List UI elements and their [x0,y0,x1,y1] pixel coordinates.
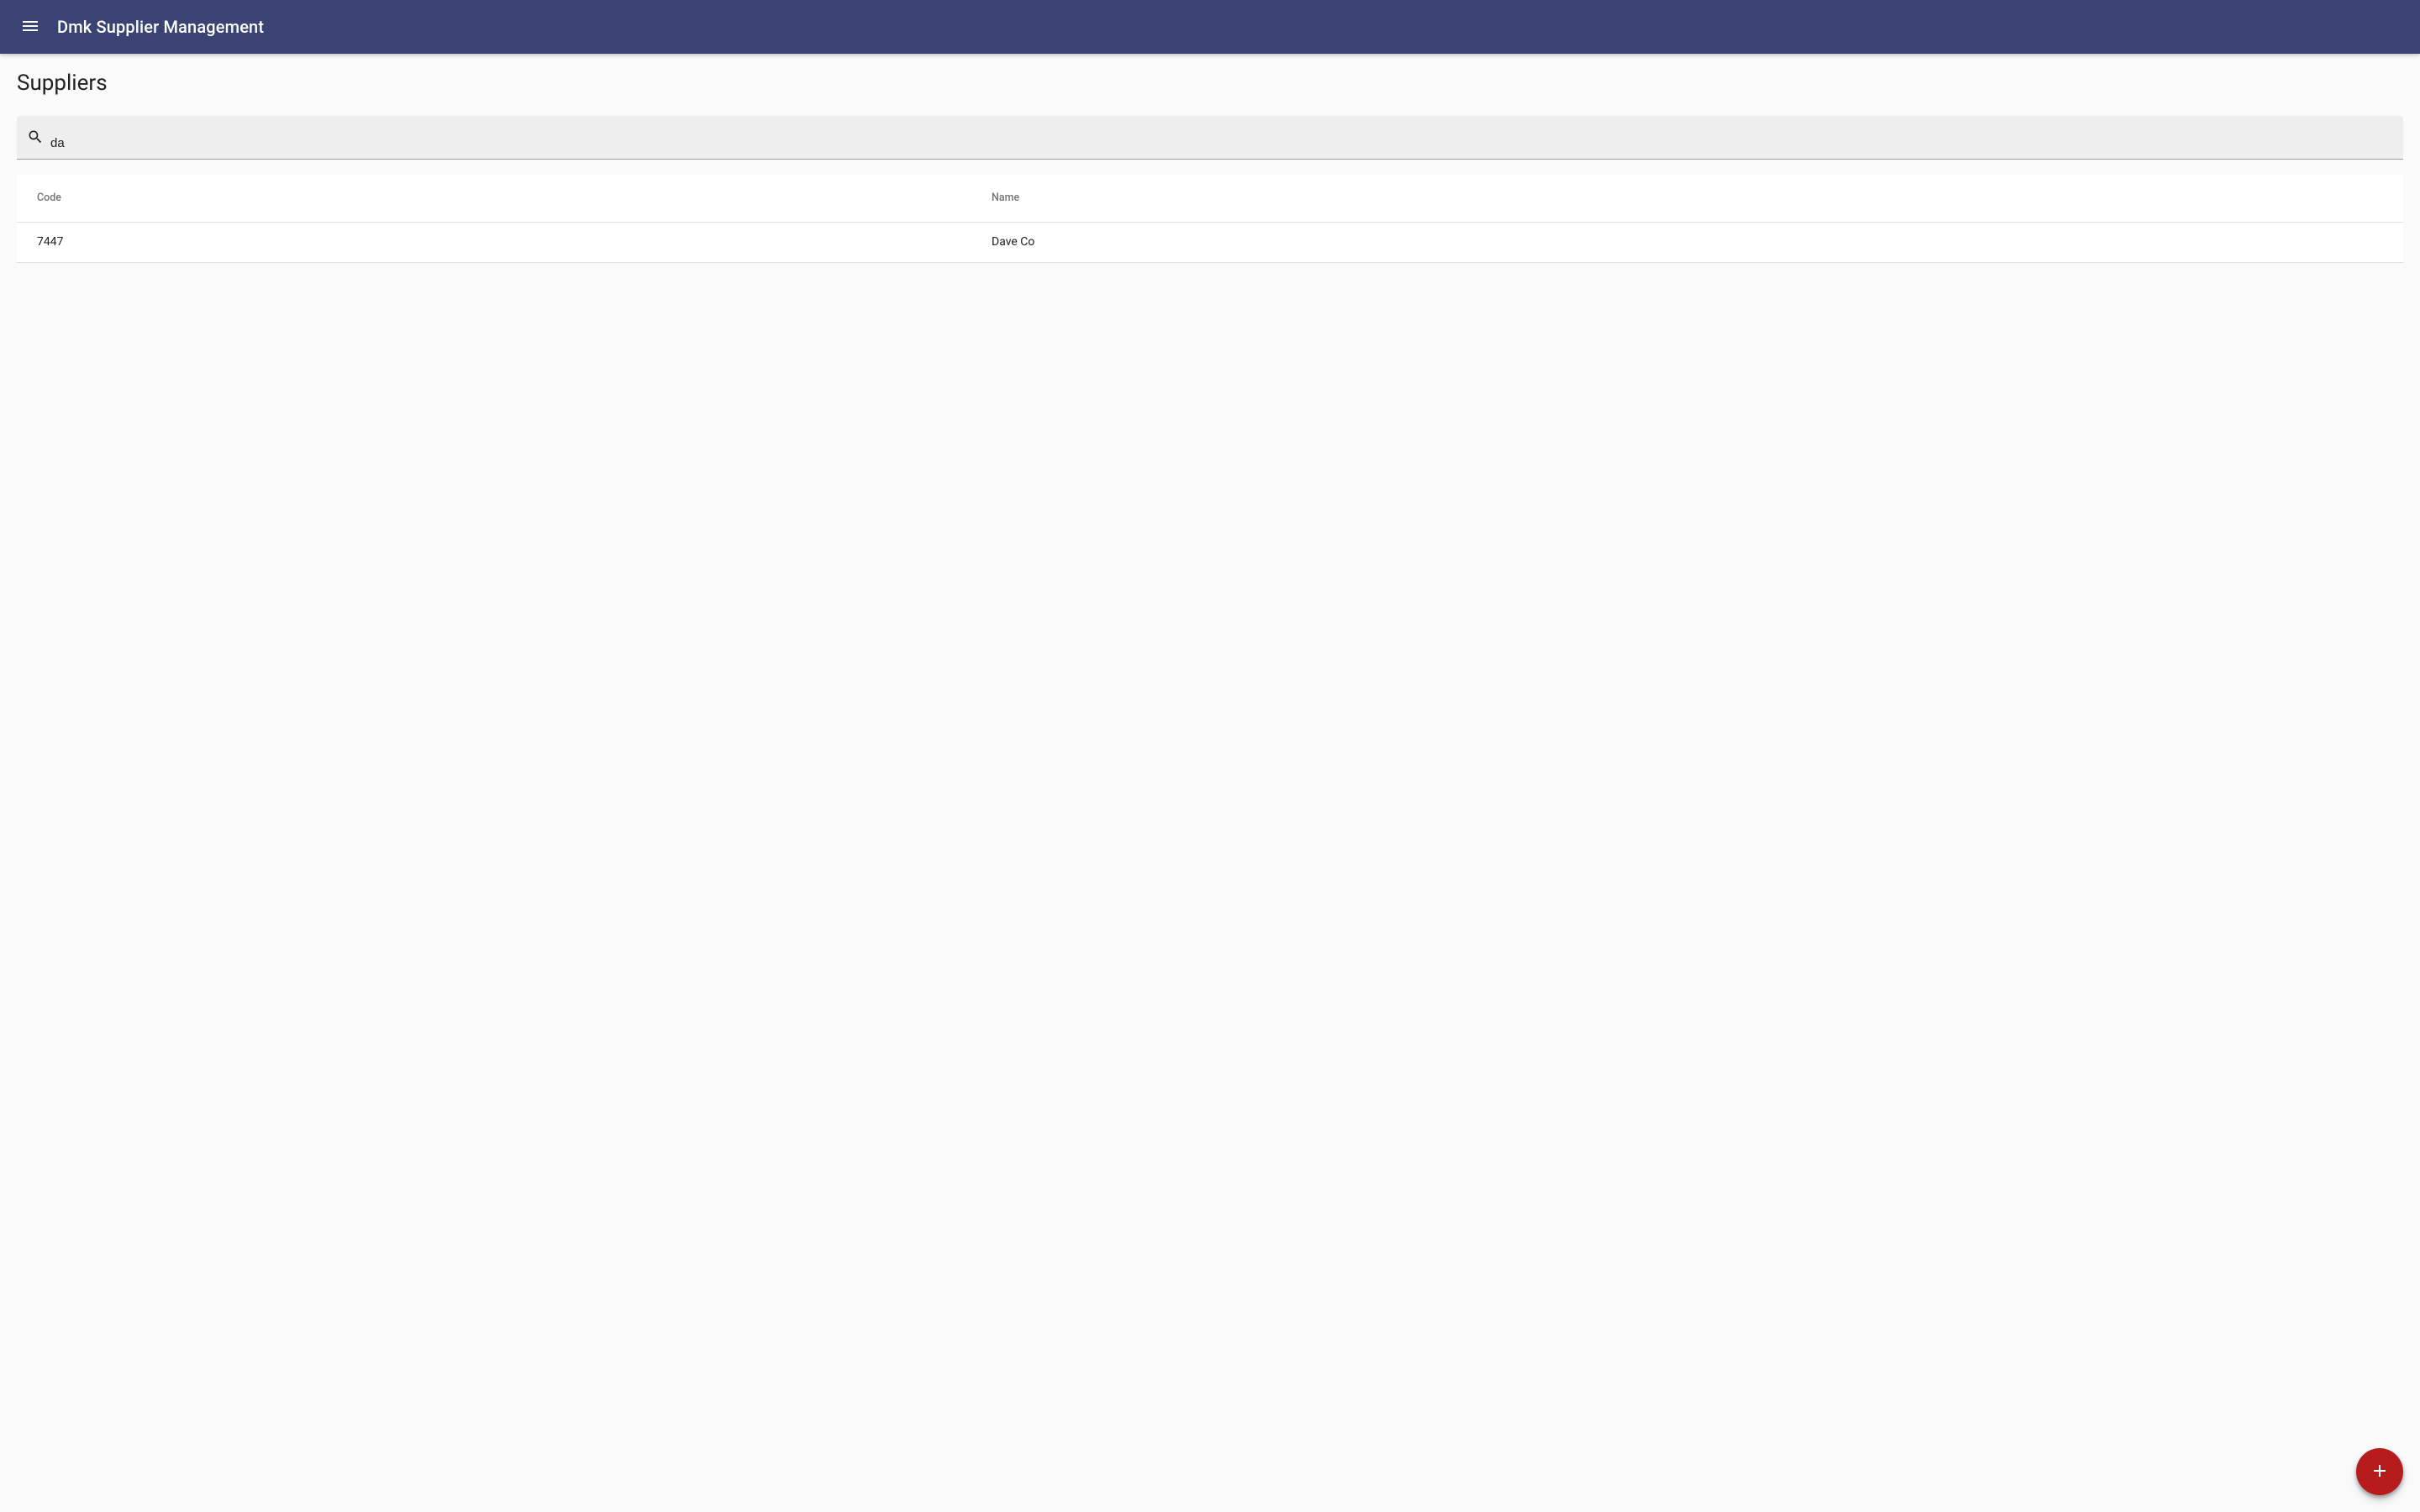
cell-name: Dave Co [971,222,2403,262]
search-icon [27,132,50,149]
add-supplier-fab[interactable] [2356,1448,2403,1495]
col-header-name[interactable]: Name [971,175,2403,222]
plus-icon [2370,1461,2390,1483]
cell-code: 7447 [17,222,971,262]
search-input[interactable] [50,129,2393,150]
menu-icon [20,16,40,39]
col-header-code[interactable]: Code [17,175,971,222]
table-header-row: Code Name [17,175,2403,222]
app-toolbar: Dmk Supplier Management [0,0,2420,54]
search-field[interactable] [17,116,2403,160]
page-content: Suppliers Code Name 7447 Dave Co [0,54,2420,280]
menu-button[interactable] [13,10,47,44]
table-row[interactable]: 7447 Dave Co [17,222,2403,262]
supplier-table: Code Name 7447 Dave Co [17,175,2403,263]
page-title: Suppliers [17,71,2403,96]
app-title: Dmk Supplier Management [57,17,264,37]
